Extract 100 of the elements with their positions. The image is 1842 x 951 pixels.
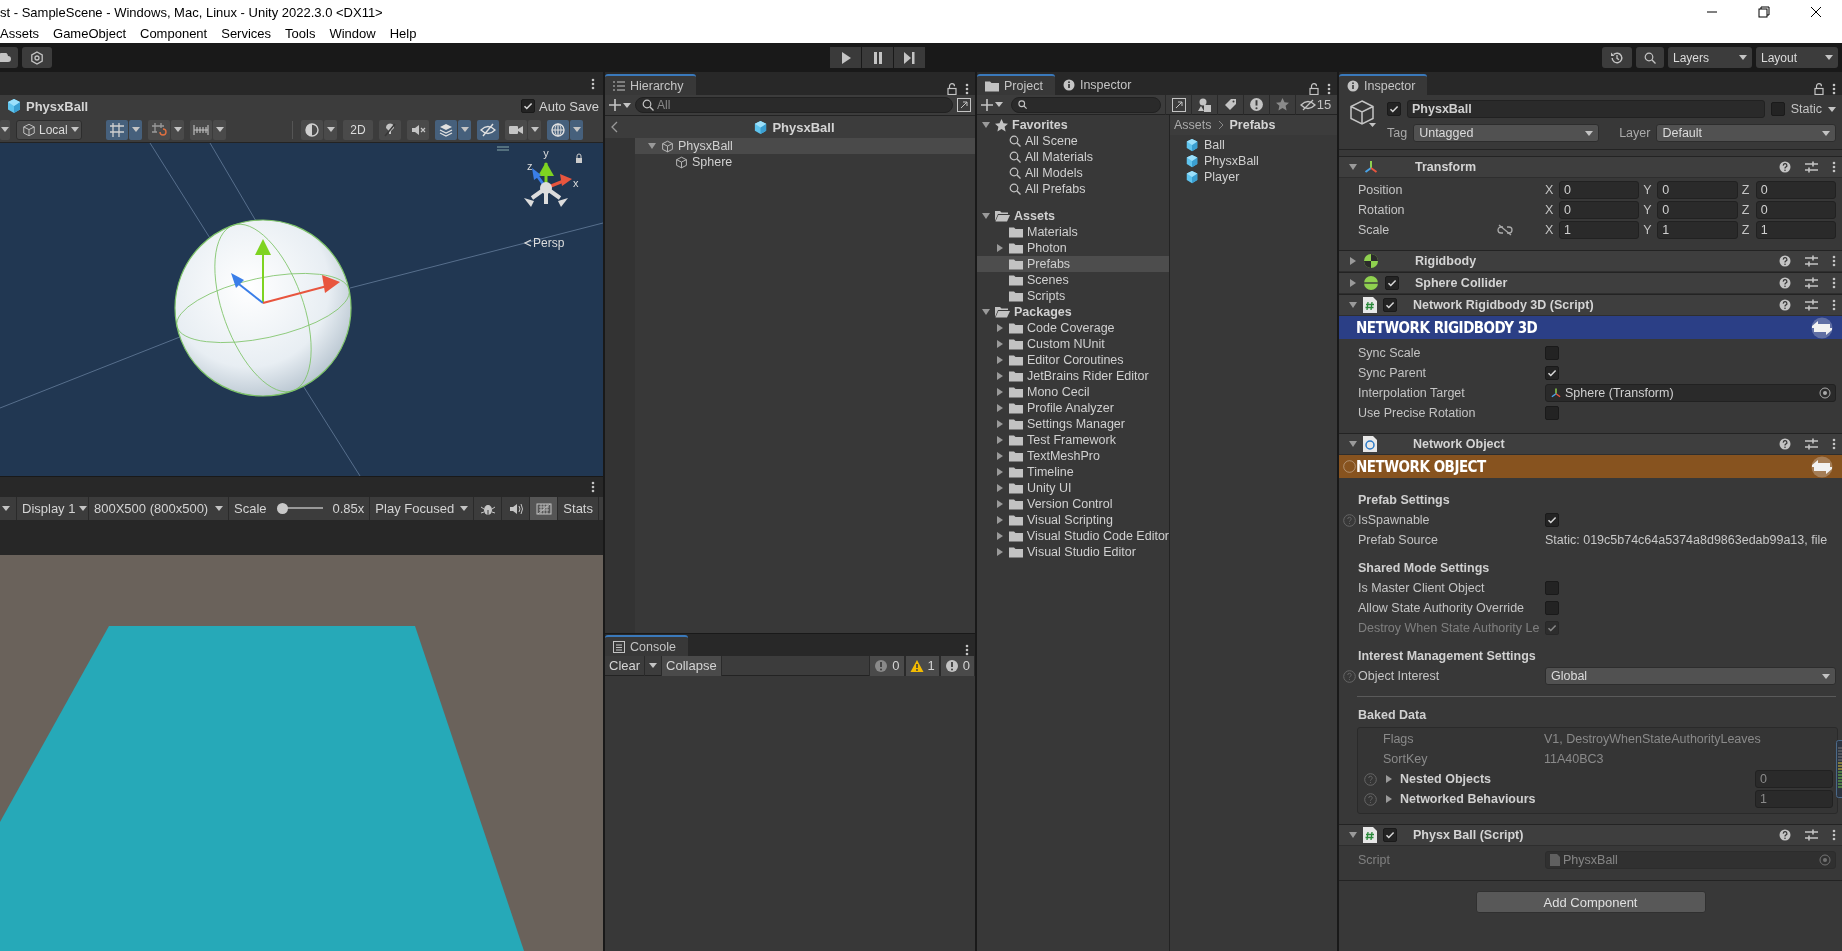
- checkbox[interactable]: [1545, 601, 1559, 615]
- hidden-packages-toggle[interactable]: 15: [1295, 94, 1335, 115]
- handle-icon[interactable]: [496, 146, 510, 151]
- clear-button[interactable]: Clear: [605, 655, 646, 676]
- foldout-arrow[interactable]: [1350, 257, 1356, 265]
- presets-icon[interactable]: [1805, 299, 1818, 311]
- help-icon[interactable]: [1779, 299, 1791, 311]
- more-icon[interactable]: [1327, 83, 1331, 95]
- foldout-arrow[interactable]: [1349, 832, 1357, 838]
- collapse-button[interactable]: Collapse: [662, 655, 722, 676]
- layer-dropdown[interactable]: Default: [1656, 124, 1836, 142]
- more-icon[interactable]: [1832, 161, 1836, 173]
- checkbox[interactable]: [1545, 513, 1559, 527]
- pivot-dropdown[interactable]: Local: [16, 119, 82, 140]
- search-button[interactable]: [1636, 47, 1664, 68]
- back-icon[interactable]: [611, 121, 619, 133]
- panel-tab[interactable]: Inspector: [1054, 74, 1144, 95]
- component-header[interactable]: Network Rigidbody 3D (Script): [1339, 294, 1842, 316]
- toolbar-toggle[interactable]: [379, 119, 401, 140]
- foldout-arrow[interactable]: [1386, 775, 1392, 783]
- foldout-arrow[interactable]: [648, 143, 656, 149]
- lock-icon[interactable]: [576, 153, 582, 163]
- more-icon[interactable]: [591, 77, 595, 90]
- expand-icon[interactable]: [957, 98, 971, 112]
- presets-icon[interactable]: [1805, 255, 1818, 267]
- target-icon[interactable]: [1819, 387, 1831, 399]
- collab-button[interactable]: [22, 47, 52, 68]
- orientation-gizmo-drawing[interactable]: [524, 162, 572, 207]
- number-field[interactable]: 1: [1657, 221, 1738, 239]
- tree-item[interactable]: Version Control: [977, 496, 1169, 512]
- foldout-arrow[interactable]: [1349, 302, 1357, 308]
- step-button[interactable]: [894, 47, 925, 68]
- tree-item[interactable]: Assets: [977, 208, 1169, 224]
- foldout-arrow[interactable]: [997, 516, 1003, 524]
- toolbar-toggle[interactable]: [530, 497, 559, 520]
- presets-icon[interactable]: [1805, 438, 1818, 450]
- add-button[interactable]: [609, 99, 631, 111]
- cloud-button[interactable]: [0, 47, 18, 68]
- presets-icon[interactable]: [1805, 161, 1818, 173]
- component-header[interactable]: Network Object: [1339, 433, 1842, 455]
- foldout-arrow[interactable]: [997, 452, 1003, 460]
- more-icon[interactable]: [965, 83, 969, 95]
- tree-item[interactable]: Timeline: [977, 464, 1169, 480]
- asset-item[interactable]: PhysxBall: [1170, 153, 1337, 169]
- more-icon[interactable]: [1832, 829, 1836, 841]
- log-count-toggle[interactable]: 0: [869, 655, 905, 676]
- count-field[interactable]: 1: [1755, 790, 1833, 808]
- foldout-arrow[interactable]: [997, 420, 1003, 428]
- lock-icon[interactable]: [947, 83, 957, 95]
- more-icon[interactable]: [1832, 438, 1836, 450]
- menu-item[interactable]: GameObject: [46, 26, 133, 41]
- number-field[interactable]: 0: [1755, 181, 1836, 199]
- tree-item[interactable]: All Scene: [977, 133, 1169, 149]
- menu-item[interactable]: Component: [133, 26, 215, 41]
- tree-item[interactable]: TextMeshPro: [977, 448, 1169, 464]
- foldout-arrow[interactable]: [997, 324, 1003, 332]
- tree-item[interactable]: Unity UI: [977, 480, 1169, 496]
- hierarchy-tab[interactable]: Hierarchy: [605, 74, 696, 95]
- asset-item[interactable]: Player: [1170, 169, 1337, 185]
- foldout-arrow[interactable]: [1386, 795, 1392, 803]
- console-tab[interactable]: Console: [605, 635, 688, 656]
- tree-item[interactable]: Scripts: [977, 288, 1169, 304]
- help-icon[interactable]: [1779, 829, 1791, 841]
- toolbar-toggle[interactable]: [435, 119, 457, 140]
- number-field[interactable]: 0: [1559, 181, 1640, 199]
- foldout-arrow[interactable]: [1350, 279, 1356, 287]
- more-icon[interactable]: [1832, 255, 1836, 267]
- tree-item[interactable]: All Prefabs: [977, 181, 1169, 197]
- foldout-arrow[interactable]: [997, 404, 1003, 412]
- tree-item[interactable]: Packages: [977, 304, 1169, 320]
- toolbar-toggle[interactable]: [407, 119, 429, 140]
- number-field[interactable]: 1: [1755, 221, 1836, 239]
- inspector-tab[interactable]: Inspector: [1339, 74, 1428, 95]
- number-field[interactable]: 0: [1559, 201, 1640, 219]
- foldout-arrow[interactable]: [997, 500, 1003, 508]
- breadcrumb-link[interactable]: Assets: [1174, 118, 1212, 132]
- foldout-arrow[interactable]: [997, 548, 1003, 556]
- number-field[interactable]: 0: [1755, 201, 1836, 219]
- checkbox[interactable]: [1383, 298, 1397, 312]
- more-icon[interactable]: [1832, 277, 1836, 289]
- toolbar-toggle[interactable]: [106, 119, 128, 140]
- tree-item[interactable]: Prefabs: [977, 256, 1169, 272]
- help-icon[interactable]: [1779, 277, 1791, 289]
- menu-item[interactable]: Assets: [0, 26, 46, 41]
- presets-icon[interactable]: [1805, 829, 1818, 841]
- unlink-icon[interactable]: [1497, 224, 1513, 236]
- more-icon[interactable]: [1832, 299, 1836, 311]
- checkbox[interactable]: [1545, 581, 1559, 595]
- number-field[interactable]: 1: [1559, 221, 1640, 239]
- asset-item[interactable]: Ball: [1170, 137, 1337, 153]
- more-icon[interactable]: [591, 481, 595, 493]
- cube-outline-icon[interactable]: [1349, 99, 1379, 129]
- foldout-arrow[interactable]: [997, 484, 1003, 492]
- tree-item[interactable]: All Models: [977, 165, 1169, 181]
- tree-item[interactable]: Visual Studio Code Editor: [977, 528, 1169, 544]
- help-icon[interactable]: [1779, 161, 1791, 173]
- more-icon[interactable]: [1832, 83, 1836, 95]
- foldout-arrow[interactable]: [997, 468, 1003, 476]
- history-button[interactable]: [1602, 47, 1632, 68]
- menu-item[interactable]: Help: [382, 26, 424, 41]
